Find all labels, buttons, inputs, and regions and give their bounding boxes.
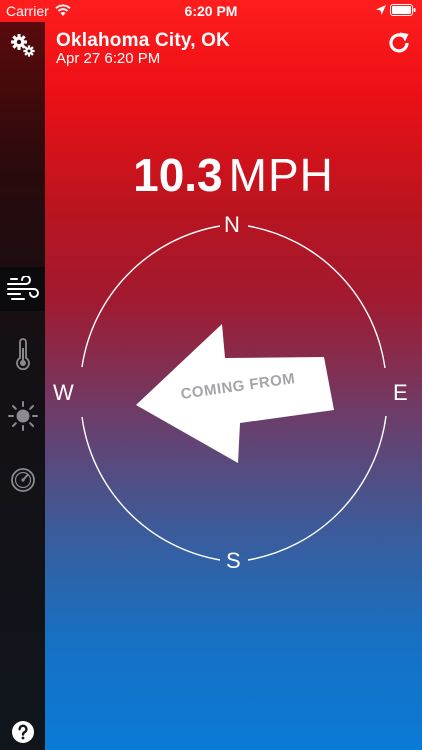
sidebar-item-sun[interactable]: [0, 394, 45, 438]
gear-icon: [10, 34, 35, 57]
location-title: Oklahoma City, OK: [56, 30, 231, 51]
refresh-button[interactable]: [386, 30, 412, 56]
gauge-icon: [10, 468, 35, 492]
observation-datetime: Apr 27 6:20 PM: [56, 50, 161, 67]
help-button[interactable]: [0, 710, 45, 750]
compass-north-label: N: [224, 212, 240, 237]
sidebar: [0, 22, 45, 750]
help-icon: [11, 721, 34, 743]
battery-icon: [390, 4, 416, 16]
compass-east-label: E: [393, 380, 408, 405]
settings-button[interactable]: [0, 24, 45, 66]
sidebar-item-pressure[interactable]: [0, 458, 45, 502]
compass-west-label: W: [53, 380, 74, 405]
sun-icon: [7, 401, 38, 431]
status-time: 6:20 PM: [184, 3, 238, 19]
thermometer-icon: [15, 338, 30, 370]
wind-speed-value: 10.3: [133, 149, 223, 201]
compass-south-label: S: [226, 548, 241, 573]
status-bar: Carrier 6:20 PM: [0, 0, 422, 22]
weather-screen: [0, 0, 422, 750]
sidebar-item-wind[interactable]: [0, 267, 45, 311]
wind-icon: [6, 276, 39, 300]
sidebar-item-temperature[interactable]: [0, 332, 45, 376]
wind-speed-unit: MPH: [228, 149, 334, 201]
location-arrow-icon: [376, 5, 386, 15]
refresh-icon: [389, 32, 409, 53]
wind-speed: 10.3 MPH: [45, 148, 422, 202]
